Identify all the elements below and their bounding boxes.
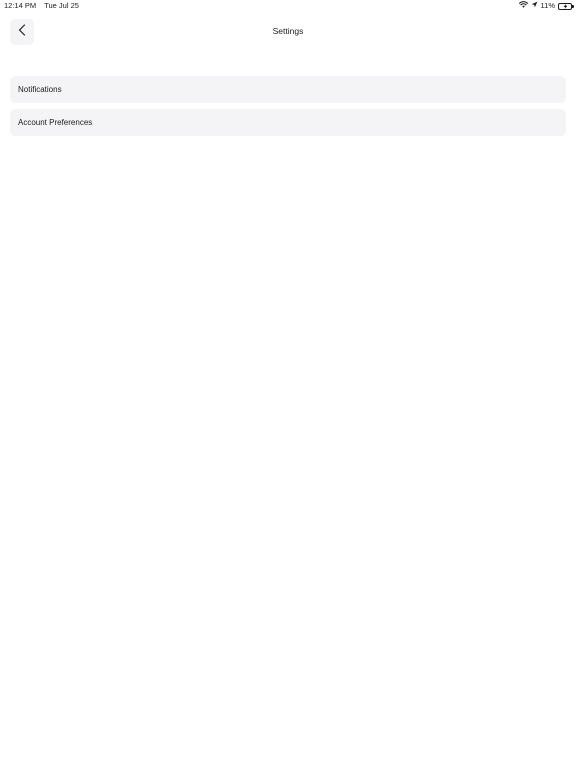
status-date: Tue Jul 25 xyxy=(44,1,79,10)
location-arrow-icon xyxy=(531,0,538,12)
status-time: 12:14 PM xyxy=(4,1,37,10)
settings-list: Notifications Account Preferences xyxy=(10,76,566,141)
battery-charging-icon xyxy=(558,2,574,10)
settings-item-label: Account Preferences xyxy=(18,117,93,127)
status-bar: 12:14 PM Tue Jul 25 11% xyxy=(0,0,576,12)
page-title: Settings xyxy=(272,26,304,36)
settings-item-notifications[interactable]: Notifications xyxy=(10,76,566,103)
wifi-icon xyxy=(518,0,528,12)
battery-percent: 11% xyxy=(540,1,555,10)
settings-item-label: Notifications xyxy=(18,85,62,94)
settings-item-account-preferences[interactable]: Account Preferences xyxy=(10,108,566,136)
status-right: 11% xyxy=(516,0,574,12)
status-left: 12:14 PM Tue Jul 25 xyxy=(4,0,79,12)
nav-bar: Settings xyxy=(0,12,576,52)
